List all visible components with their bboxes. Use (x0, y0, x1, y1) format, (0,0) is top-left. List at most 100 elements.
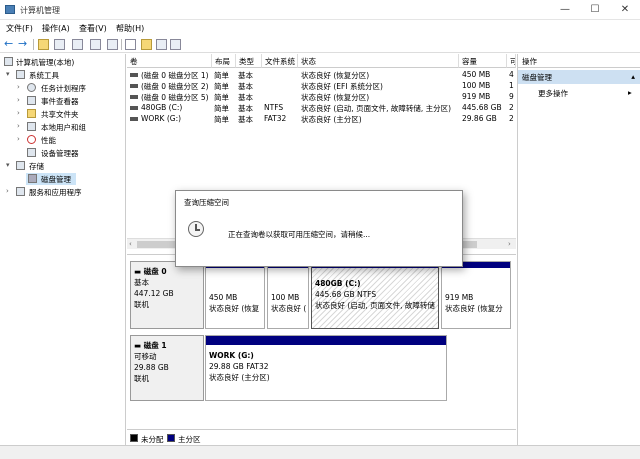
disk-name-text: 磁盘 0 (143, 267, 167, 276)
column-header-layout[interactable]: 布局 (212, 54, 236, 68)
maximize-button[interactable]: ☐ (580, 0, 610, 20)
status-bar (0, 445, 640, 459)
partition-size: 445.68 GB NTFS (315, 290, 377, 299)
disk-0-label[interactable]: ▬ 磁盘 0 基本 447.12 GB 联机 (130, 261, 204, 329)
menu-help[interactable]: 帮助(H) (116, 23, 144, 34)
tree-item-task-scheduler[interactable]: › 任务计划程序 (0, 82, 126, 94)
partition-g-drive[interactable]: WORK (G:) 29.88 GB FAT32 状态良好 (主分区) (205, 335, 447, 401)
tree-item-services-apps[interactable]: › 服务和应用程序 (0, 186, 126, 198)
event-viewer-icon (27, 96, 36, 105)
chevron-right-icon[interactable]: › (17, 135, 25, 143)
tree-item-device-manager[interactable]: 设备管理器 (0, 147, 126, 159)
tree-item-shared-folders[interactable]: › 共享文件夹 (0, 108, 126, 120)
actions-section-disk-management[interactable]: 磁盘管理 ▴ (518, 70, 640, 84)
partition-recovery-5[interactable]: 919 MB 状态良好 (恢复分 (441, 261, 511, 329)
disk-icon: ▬ (134, 341, 144, 350)
partition-c-drive[interactable]: 480GB (C:) 445.68 GB NTFS 状态良好 (启动, 页面文件… (311, 261, 439, 329)
volume-row[interactable]: WORK (G:) 简单 基本 FAT32 状态良好 (主分区) 29.86 G… (127, 114, 516, 124)
tree-item-root[interactable]: 计算机管理(本地) (0, 56, 126, 68)
chevron-right-icon[interactable]: › (6, 187, 14, 195)
chevron-right-icon[interactable]: › (17, 122, 25, 130)
scroll-left-icon[interactable]: ‹ (129, 240, 132, 248)
show-hide-tree-icon[interactable] (54, 39, 65, 50)
disk-size: 447.12 GB (134, 289, 174, 298)
volume-capacity: 450 MB (462, 70, 491, 79)
menu-file[interactable]: 文件(F) (6, 23, 33, 34)
menu-action[interactable]: 操作(A) (42, 23, 70, 34)
column-header-free[interactable]: 可 (507, 54, 516, 68)
tree-item-disk-management[interactable]: 磁盘管理 (26, 173, 76, 185)
refresh-icon[interactable] (107, 39, 118, 50)
column-header-filesystem[interactable]: 文件系统 (262, 54, 298, 68)
disk-name: ▬ 磁盘 1 (134, 340, 200, 351)
partition-recovery-1[interactable]: 450 MB 状态良好 (恢复 (205, 261, 265, 329)
chevron-down-icon[interactable]: ▾ (6, 70, 14, 78)
scroll-right-icon[interactable]: › (508, 240, 511, 248)
minimize-button[interactable]: — (550, 0, 580, 20)
disk-state: 联机 (134, 374, 149, 383)
properties-icon[interactable] (72, 39, 83, 50)
up-folder-icon[interactable] (38, 39, 49, 50)
clock-icon (27, 83, 36, 92)
tree-label: 本地用户和组 (41, 123, 86, 132)
primary-partition-bar (206, 336, 446, 345)
volume-type: 基本 (238, 71, 253, 80)
primary-partition-swatch (167, 434, 175, 442)
tree-label: 任务计划程序 (41, 84, 86, 93)
volume-row[interactable]: (磁盘 0 磁盘分区 1) 简单 基本 状态良好 (恢复分区) 450 MB 4 (127, 70, 516, 80)
volume-layout: 简单 (214, 93, 229, 102)
column-header-volume[interactable]: 卷 (127, 54, 212, 68)
title-bar: 计算机管理 — ☐ ✕ (0, 0, 640, 20)
disk-1-label[interactable]: ▬ 磁盘 1 可移动 29.88 GB 联机 (130, 335, 204, 401)
volume-free: 4 (509, 70, 514, 79)
chevron-down-icon[interactable]: ▾ (6, 161, 14, 169)
volume-layout: 简单 (214, 82, 229, 91)
chevron-right-icon[interactable]: › (17, 83, 25, 91)
column-header-type[interactable]: 类型 (236, 54, 262, 68)
disk-icon: ▬ (134, 267, 144, 276)
menu-view[interactable]: 查看(V) (79, 23, 107, 34)
column-header-capacity[interactable]: 容量 (459, 54, 507, 68)
tree-item-local-users[interactable]: › 本地用户和组 (0, 121, 126, 133)
more-actions-link[interactable]: 更多操作 (538, 88, 568, 99)
back-arrow-icon[interactable]: ← (4, 37, 13, 50)
disk-size: 29.88 GB (134, 363, 169, 372)
collapse-arrow-icon[interactable]: ▴ (631, 72, 635, 81)
tree-label: 服务和应用程序 (29, 188, 82, 197)
list-view-icon[interactable] (170, 39, 181, 50)
help-icon[interactable] (90, 39, 101, 50)
navigation-tree: 计算机管理(本地) ▾ 系统工具 › 任务计划程序 › 事件查看器 › 共享文件… (0, 54, 126, 445)
tree-item-performance[interactable]: › 性能 (0, 134, 126, 146)
window-title: 计算机管理 (20, 6, 60, 15)
search-icon[interactable] (156, 39, 167, 50)
volume-row[interactable]: (磁盘 0 磁盘分区 5) 简单 基本 状态良好 (恢复分区) 919 MB 9 (127, 92, 516, 102)
tree-item-system-tools[interactable]: ▾ 系统工具 (0, 69, 126, 81)
submenu-arrow-icon[interactable]: ▸ (628, 88, 632, 97)
computer-management-icon (5, 5, 15, 14)
legend-primary: 主分区 (178, 435, 201, 444)
partition-size: 919 MB (445, 293, 474, 302)
toolbar: ← → (0, 36, 640, 53)
volume-row[interactable]: (磁盘 0 磁盘分区 2) 简单 基本 状态良好 (EFI 系统分区) 100 … (127, 81, 516, 91)
chevron-right-icon[interactable]: › (17, 109, 25, 117)
forward-arrow-icon[interactable]: → (18, 37, 27, 50)
checkmark-icon[interactable] (125, 39, 136, 50)
column-header-status[interactable]: 状态 (298, 54, 459, 68)
tree-item-event-viewer[interactable]: › 事件查看器 (0, 95, 126, 107)
dialog-message: 正在查询卷以获取可用压缩空间，请稍候... (228, 230, 371, 239)
folder-icon[interactable] (141, 39, 152, 50)
partition-status: 状态良好 (恢复分 (445, 304, 503, 313)
computer-icon (4, 57, 13, 66)
close-button[interactable]: ✕ (610, 0, 640, 20)
volume-row[interactable]: 480GB (C:) 简单 基本 NTFS 状态良好 (启动, 页面文件, 故障… (127, 103, 516, 113)
tree-label: 磁盘管理 (41, 175, 71, 184)
disk-name-text: 磁盘 1 (143, 341, 167, 350)
partition-size: 29.88 GB FAT32 (209, 362, 269, 371)
partition-legend: 未分配 主分区 (127, 429, 516, 445)
unallocated-swatch (130, 434, 138, 442)
partition-efi[interactable]: 100 MB 状态良好 ( (267, 261, 309, 329)
volume-name: (磁盘 0 磁盘分区 5) (141, 93, 209, 102)
chevron-right-icon[interactable]: › (17, 96, 25, 104)
tree-item-storage[interactable]: ▾ 存储 (0, 160, 126, 172)
volume-icon (130, 84, 138, 88)
